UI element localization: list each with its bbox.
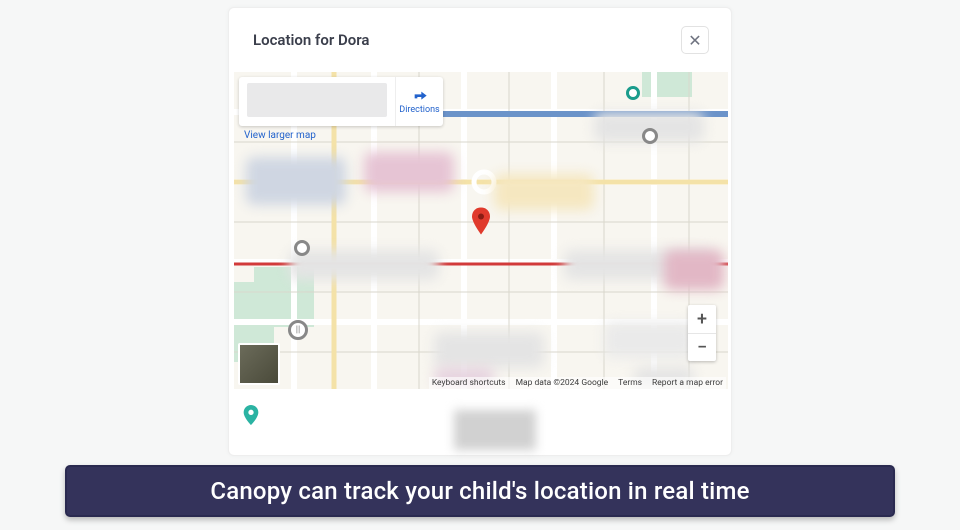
redaction-blob xyxy=(434,332,544,368)
keyboard-shortcuts-link[interactable]: Keyboard shortcuts xyxy=(432,378,506,388)
redaction-blob xyxy=(364,152,454,192)
directions-label: Directions xyxy=(399,105,439,115)
terms-link[interactable]: Terms xyxy=(618,378,642,388)
map-transit-marker xyxy=(642,128,658,144)
redacted-address xyxy=(247,83,387,117)
map-transit-marker xyxy=(294,240,310,256)
zoom-out-button[interactable]: − xyxy=(688,333,716,361)
zoom-in-button[interactable]: + xyxy=(688,305,716,333)
modal-header: Location for Dora ✕ xyxy=(229,8,731,72)
report-error-link[interactable]: Report a map error xyxy=(652,378,723,388)
caption-bar: Canopy can track your child's location i… xyxy=(65,465,895,517)
zoom-controls: + − xyxy=(688,305,716,361)
redaction-blob xyxy=(246,157,346,205)
pin-outline-icon xyxy=(243,405,259,425)
map-attribution: Keyboard shortcuts Map data ©2024 Google… xyxy=(429,377,726,389)
map-info-address xyxy=(239,77,395,126)
view-larger-map-link[interactable]: View larger map xyxy=(244,130,316,141)
satellite-toggle[interactable] xyxy=(238,343,280,385)
map-pause-marker: || xyxy=(288,320,308,340)
directions-icon xyxy=(412,89,428,105)
redaction-blob xyxy=(664,250,724,290)
location-modal: Location for Dora ✕ xyxy=(228,7,732,456)
map-embed[interactable]: || Directions View larger map + − Keyboa… xyxy=(234,72,728,389)
close-icon: ✕ xyxy=(688,31,701,50)
caption-text: Canopy can track your child's location i… xyxy=(210,477,749,505)
redaction-blob xyxy=(604,322,694,358)
map-info-card: Directions xyxy=(239,77,443,126)
map-data-label: Map data ©2024 Google xyxy=(516,378,609,388)
directions-button[interactable]: Directions xyxy=(395,77,443,126)
redaction-blob xyxy=(454,410,536,450)
redaction-blob xyxy=(494,174,594,210)
modal-title: Location for Dora xyxy=(253,31,369,49)
map-poi-marker xyxy=(626,86,640,100)
redaction-blob xyxy=(289,250,439,280)
close-button[interactable]: ✕ xyxy=(681,26,709,54)
